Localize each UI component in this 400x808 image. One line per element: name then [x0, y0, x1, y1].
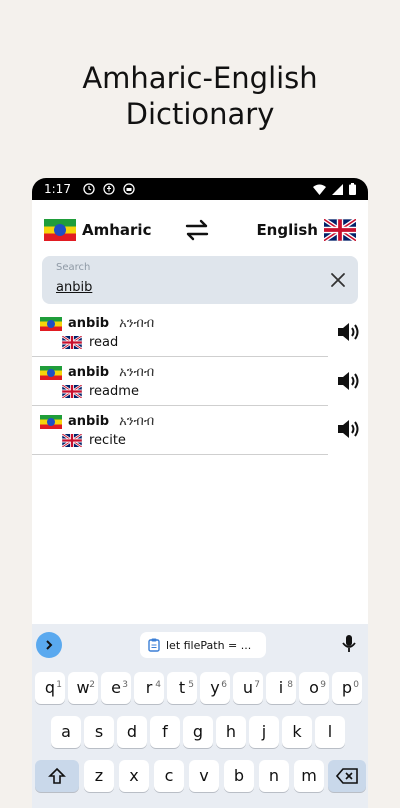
speaker-icon[interactable] [336, 320, 362, 344]
key[interactable]: x [119, 760, 149, 792]
promo-title-line1: Amharic-English [82, 61, 318, 95]
search-label: Search [56, 262, 91, 273]
clipboard-icon [148, 638, 160, 652]
shift-key[interactable] [35, 760, 79, 792]
key[interactable]: g [183, 716, 213, 748]
result-amharic: አንብብ [119, 365, 155, 380]
language-bar: Amharic English [32, 200, 368, 256]
target-language-button[interactable]: English [256, 219, 356, 241]
signal-icon [332, 183, 343, 195]
result-word: anbib [68, 365, 110, 380]
phone-screen: 1:17 Amharic English Search anbib anbib … [32, 178, 368, 808]
result-word: anbib [68, 316, 110, 331]
results-list: anbib አንብብ read anbib አንብብ readme anbib [32, 308, 368, 455]
microphone-icon[interactable] [338, 633, 360, 655]
backspace-key[interactable] [328, 760, 366, 792]
key[interactable]: m [294, 760, 324, 792]
source-language-button[interactable]: Amharic [44, 219, 151, 241]
key[interactable]: y6 [200, 672, 230, 704]
keyboard-row-2: a s d f g h j k l [32, 716, 368, 748]
swap-languages-icon[interactable] [182, 218, 212, 242]
key[interactable]: q1 [35, 672, 65, 704]
key[interactable]: f [150, 716, 180, 748]
key[interactable]: a [51, 716, 81, 748]
wifi-icon [313, 184, 326, 195]
search-input[interactable] [54, 276, 318, 298]
key[interactable]: h [216, 716, 246, 748]
key[interactable]: o9 [299, 672, 329, 704]
shift-icon [48, 767, 66, 784]
promo-title: Amharic-English Dictionary [0, 60, 400, 132]
key[interactable]: i8 [266, 672, 296, 704]
key[interactable]: j [249, 716, 279, 748]
keyboard-toolbar: let filePath = ... [32, 624, 368, 662]
key[interactable]: e3 [101, 672, 131, 704]
keyboard-row-3: z x c v b n m [32, 760, 368, 792]
result-item[interactable]: anbib አንብብ read [32, 308, 328, 357]
key[interactable]: v [189, 760, 219, 792]
result-translation: readme [89, 384, 139, 399]
expand-toolbar-button[interactable] [36, 632, 62, 658]
result-amharic: አንብብ [119, 316, 155, 331]
target-language-label: English [256, 221, 318, 239]
key[interactable]: t5 [167, 672, 197, 704]
uk-flag-icon [62, 336, 82, 349]
result-translation: read [89, 335, 119, 350]
clipboard-text: let filePath = ... [166, 638, 252, 652]
ethiopia-flag-icon [40, 414, 62, 429]
keyboard: let filePath = ... q1 w2 e3 r4 t5 y6 u7 … [32, 624, 368, 808]
key[interactable]: s [84, 716, 114, 748]
clock-icon [83, 183, 95, 195]
speaker-icon[interactable] [336, 369, 362, 393]
speaker-icon[interactable] [336, 417, 362, 441]
source-language-label: Amharic [82, 221, 152, 239]
key[interactable]: z [84, 760, 114, 792]
ethiopia-flag-icon [40, 365, 62, 380]
ethiopia-flag-icon [40, 316, 62, 331]
key[interactable]: c [154, 760, 184, 792]
key[interactable]: r4 [134, 672, 164, 704]
result-word: anbib [68, 414, 110, 429]
key[interactable]: w2 [68, 672, 98, 704]
ethiopia-flag-icon [44, 219, 76, 241]
uk-flag-icon [324, 219, 356, 241]
keyboard-row-1: q1 w2 e3 r4 t5 y6 u7 i8 o9 p0 [32, 672, 368, 704]
result-item[interactable]: anbib አንብብ readme [32, 357, 328, 406]
battery-icon [349, 183, 356, 195]
key[interactable]: p0 [332, 672, 362, 704]
search-field[interactable]: Search [42, 256, 358, 304]
clear-search-icon[interactable] [328, 270, 348, 290]
key[interactable]: d [117, 716, 147, 748]
status-time: 1:17 [44, 182, 71, 196]
chevron-right-icon [46, 640, 53, 650]
key[interactable]: k [282, 716, 312, 748]
backspace-icon [335, 768, 358, 784]
uk-flag-icon [62, 434, 82, 447]
key[interactable]: b [224, 760, 254, 792]
result-item[interactable]: anbib አንብብ recite [32, 406, 328, 455]
key[interactable]: l [315, 716, 345, 748]
result-translation: recite [89, 433, 126, 448]
clipboard-suggestion[interactable]: let filePath = ... [140, 632, 266, 658]
uk-flag-icon [62, 385, 82, 398]
result-amharic: አንብብ [119, 414, 155, 429]
accessibility-icon [103, 183, 115, 195]
app-status-icon [123, 183, 135, 195]
promo-title-line2: Dictionary [125, 97, 275, 131]
status-bar: 1:17 [32, 178, 368, 200]
key[interactable]: u7 [233, 672, 263, 704]
key[interactable]: n [259, 760, 289, 792]
